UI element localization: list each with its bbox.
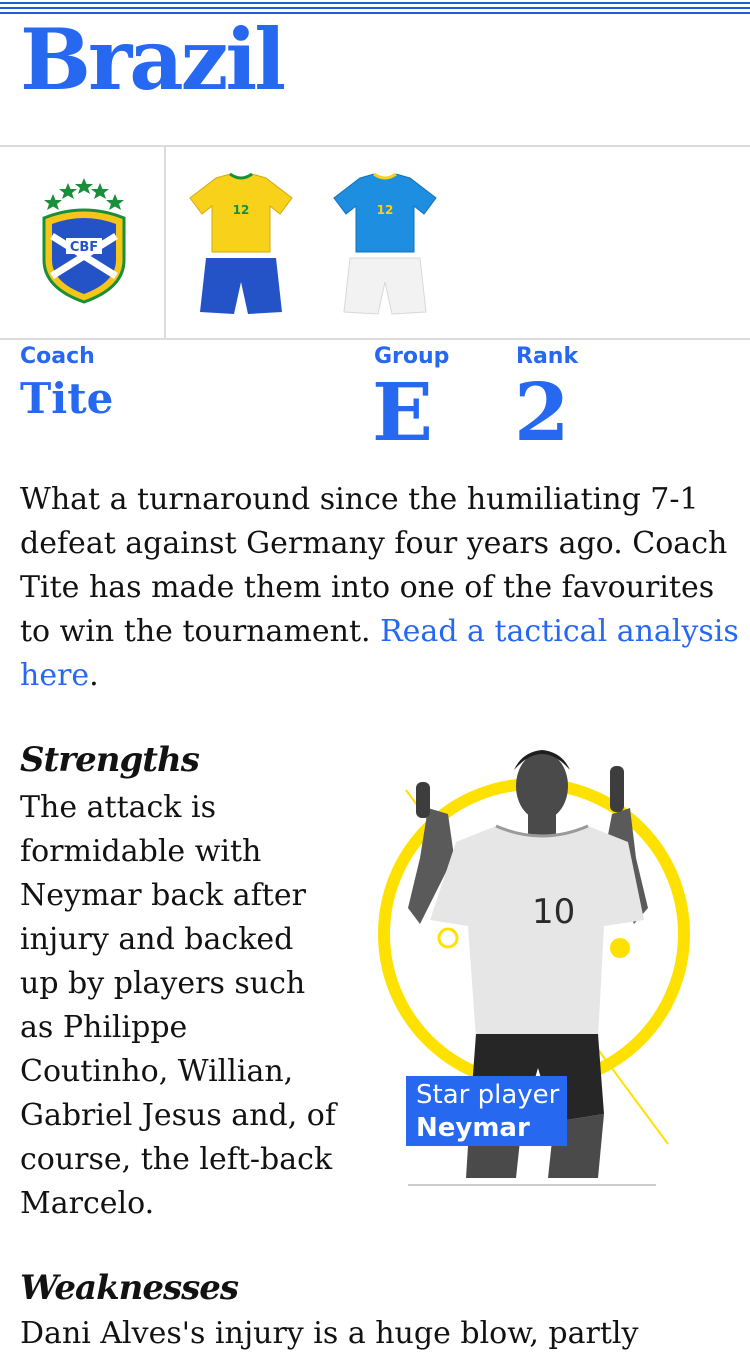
divider-bottom xyxy=(0,338,750,340)
home-kit-icon: 12 xyxy=(189,172,293,314)
group-value: E xyxy=(372,365,433,459)
star-player-name: Neymar xyxy=(416,1113,530,1143)
home-kit-number: 12 xyxy=(233,203,250,217)
strengths-heading: Strengths xyxy=(20,740,200,780)
strengths-line: injury and backed xyxy=(20,922,294,957)
cbf-crest-icon: CBF xyxy=(42,178,126,304)
intro-end: . xyxy=(89,658,99,693)
coach-label: Coach xyxy=(20,344,95,369)
strengths-line: formidable with xyxy=(20,834,262,869)
image-underline xyxy=(408,1184,656,1186)
star-player-caption: Star player Neymar xyxy=(406,1076,568,1146)
divider-top xyxy=(0,145,750,147)
strengths-line: as Philippe xyxy=(20,1010,188,1045)
strengths-line: Gabriel Jesus and, of xyxy=(20,1098,336,1133)
away-kit-number: 12 xyxy=(377,203,394,217)
rank-value: 2 xyxy=(514,365,570,459)
star-player-label: Star player xyxy=(416,1080,560,1110)
team-title: Brazil xyxy=(20,10,286,109)
strengths-text: The attack is formidable with Neymar bac… xyxy=(20,786,336,1226)
strengths-line: up by players such xyxy=(20,966,306,1001)
player-shirt-number: 10 xyxy=(532,892,575,932)
weaknesses-text: Dani Alves's injury is a huge blow, part… xyxy=(20,1316,639,1351)
divider-vertical xyxy=(164,147,166,338)
strengths-line: Marcelo. xyxy=(20,1186,155,1221)
away-kit-icon: 12 xyxy=(333,172,437,315)
intro-paragraph: What a turnaround since the humiliating … xyxy=(20,478,740,698)
crest-text: CBF xyxy=(70,240,98,255)
coach-value: Tite xyxy=(20,374,114,423)
strengths-line: course, the left-back xyxy=(20,1142,333,1177)
weaknesses-heading: Weaknesses xyxy=(20,1268,239,1308)
strengths-line: Coutinho, Willian, xyxy=(20,1054,294,1089)
strengths-line: The attack is xyxy=(20,790,217,825)
strengths-line: Neymar back after xyxy=(20,878,306,913)
